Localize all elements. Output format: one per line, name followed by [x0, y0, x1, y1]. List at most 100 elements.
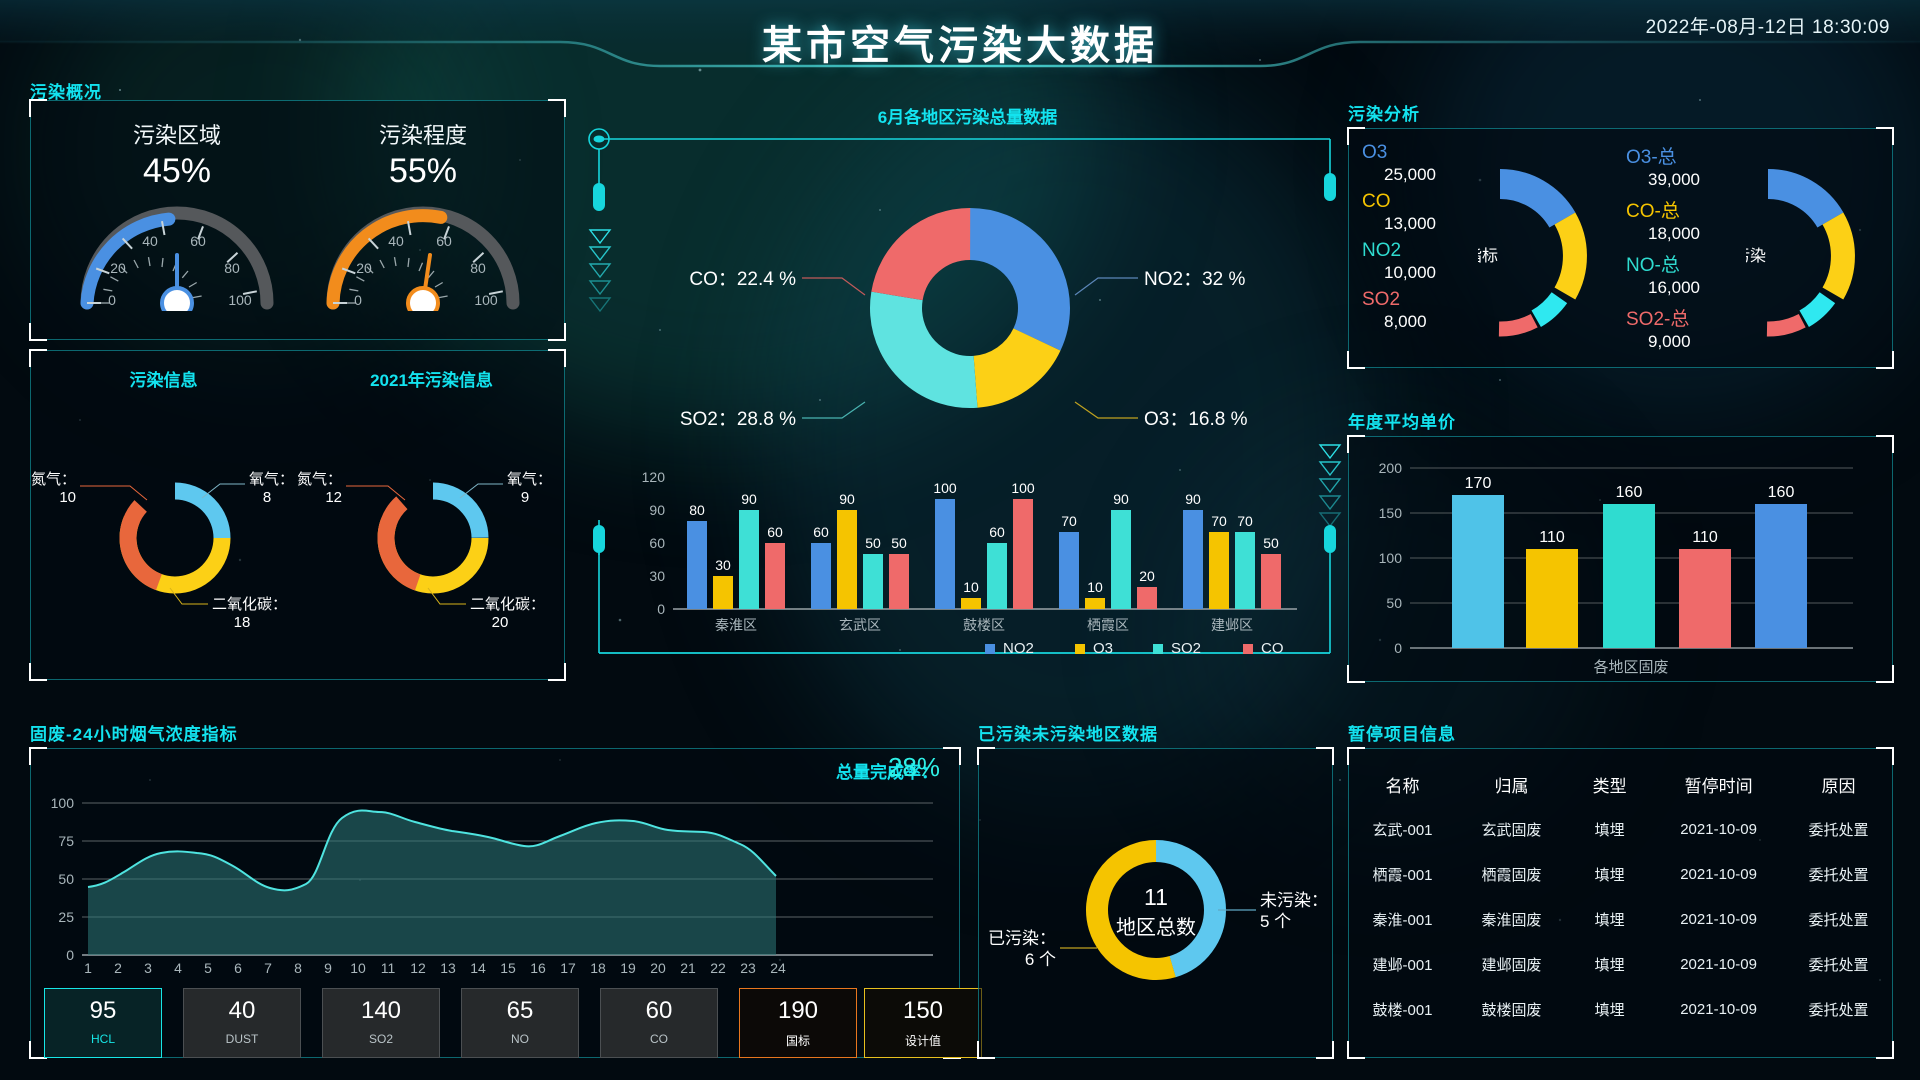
- svg-text:20: 20: [1139, 568, 1155, 584]
- metric-value: 150: [902, 997, 944, 1024]
- svg-text:10: 10: [1087, 579, 1103, 595]
- cell-type: 填埋: [1594, 867, 1625, 884]
- price-bar-4: [1755, 504, 1807, 648]
- cell-time: 2021-10-09: [1680, 956, 1757, 973]
- table-header-reason: 原因: [1821, 777, 1856, 796]
- bar-ytick-0: 0: [657, 601, 665, 617]
- region-bar-chart: 120 90 60 30 0 80 30 90 60 秦淮区 60 90 50 …: [642, 469, 1297, 655]
- hourly-xtick-21: 21: [680, 960, 696, 975]
- svg-text:70: 70: [1061, 513, 1077, 529]
- completion-rate-value: 28%: [887, 752, 940, 782]
- metric-box-hcl[interactable]: 95 HCL: [44, 988, 162, 1058]
- svg-text:0: 0: [354, 292, 362, 308]
- price-bar-2: [1603, 504, 1655, 648]
- hourly-xtick-14: 14: [470, 960, 486, 975]
- gauge-tick-100: 100: [228, 292, 252, 308]
- svg-text:60: 60: [813, 524, 829, 540]
- hourly-xtick-15: 15: [500, 960, 516, 975]
- region-donut-value-polluted: 6 个: [1025, 950, 1056, 969]
- table-row[interactable]: 栖霞-001 栖霞固废 填埋 2021-10-09 委托处置: [1348, 852, 1893, 897]
- pollution-info-panel: 污染信息 2021年污染信息 氮气： 10 氧气： 8 二氧化碳： 18 氮气：…: [29, 349, 566, 681]
- price-bar-value-4: 160: [1768, 484, 1795, 501]
- svg-text:二氧化碳：: 二氧化碳：: [470, 596, 545, 613]
- hourly-ytick-100: 100: [51, 795, 75, 811]
- metric-box-no[interactable]: 65 NO: [461, 988, 579, 1058]
- cell-name: 玄武-001: [1372, 822, 1433, 839]
- section-title-annual-price: 年度平均单价: [1348, 413, 1456, 432]
- metric-box-so2[interactable]: 140 SO2: [322, 988, 440, 1058]
- analysis-item-value-5: 18,000: [1648, 224, 1700, 243]
- annual-price-panel: 200 150 100 50 0 170 110 160 110 160 各地区…: [1347, 435, 1894, 683]
- hourly-xtick-3: 3: [144, 960, 152, 975]
- section-title-hourly: 固废-24小时烟气浓度指标: [30, 725, 238, 744]
- table-row[interactable]: 玄武-001 玄武固废 填埋 2021-10-09 委托处置: [1348, 807, 1893, 852]
- cell-reason: 委托处置: [1808, 957, 1869, 974]
- table-row[interactable]: 秦淮-001 秦淮固废 填埋 2021-10-09 委托处置: [1348, 897, 1893, 942]
- svg-text:40: 40: [388, 233, 404, 249]
- metric-value: 65: [506, 997, 534, 1024]
- price-bar-3: [1679, 549, 1731, 648]
- legend-item-co: CO: [1261, 640, 1284, 655]
- hourly-xtick-13: 13: [440, 960, 456, 975]
- info-donut-title-0: 污染信息: [129, 371, 198, 390]
- gauge-label: 污染程度: [378, 123, 467, 148]
- gauge-tick-0: 0: [108, 292, 116, 308]
- bar-ytick-120: 120: [642, 469, 666, 485]
- table-header-name: 名称: [1385, 777, 1420, 796]
- gauge-tick-80: 80: [224, 260, 240, 276]
- svg-text:氮气：: 氮气：: [298, 471, 342, 488]
- gauge-value: 55%: [388, 152, 458, 190]
- bar-cat-4: 建邺区: [1211, 617, 1253, 633]
- paused-projects-table: 名称 归属 类型 暂停时间 原因 玄武-001 玄武固废 填埋 2021-10-…: [1348, 762, 1893, 1032]
- hourly-xtick-19: 19: [620, 960, 636, 975]
- svg-text:50: 50: [1263, 535, 1279, 551]
- price-bar-1: [1526, 549, 1578, 648]
- cell-reason: 委托处置: [1808, 822, 1869, 839]
- info-donut-title-1: 2021年污染信息: [370, 371, 493, 390]
- analysis-item-value-7: 9,000: [1648, 332, 1691, 351]
- hourly-xtick-8: 8: [294, 960, 302, 975]
- info-slice-label-o2: 氧气：: [249, 471, 294, 488]
- analysis-item-value-6: 16,000: [1648, 278, 1700, 297]
- donut-label-co: CO：22.4 %: [689, 269, 796, 290]
- svg-text:100: 100: [1011, 480, 1035, 496]
- datetime-display: 2022年-08月-12日 18:30:09: [1645, 17, 1890, 38]
- bar-cat-2: 鼓楼区: [963, 617, 1005, 633]
- svg-text:100: 100: [474, 292, 498, 308]
- price-bar-0: [1452, 495, 1504, 648]
- gauge-tick-20: 20: [110, 260, 126, 276]
- gauge-tick-60: 60: [190, 233, 206, 249]
- metric-value: 95: [89, 997, 117, 1024]
- analysis-item-name-1: CO: [1362, 191, 1391, 212]
- table-header-time: 暂停时间: [1684, 777, 1753, 796]
- info-slice-label-co2: 二氧化碳：: [212, 596, 287, 613]
- hourly-xtick-17: 17: [560, 960, 576, 975]
- table-row[interactable]: 鼓楼-001 鼓楼固废 填埋 2021-10-09 委托处置: [1348, 987, 1893, 1032]
- price-ytick-50: 50: [1386, 595, 1402, 611]
- metric-box-dust[interactable]: 40 DUST: [183, 988, 301, 1058]
- cell-name: 鼓楼-001: [1372, 1002, 1433, 1019]
- bar-chart-legend: NO2 O3 SO2 CO: [985, 640, 1284, 655]
- metric-box-design-value[interactable]: 150 设计值: [864, 988, 982, 1058]
- price-bar-value-3: 110: [1692, 529, 1718, 546]
- section-title-analysis: 污染分析: [1348, 105, 1420, 124]
- donut-label-so2: SO2：28.8 %: [680, 409, 796, 430]
- analysis-item-name-3: SO2: [1362, 289, 1401, 310]
- metric-value: 40: [228, 997, 256, 1024]
- price-bar-value-0: 170: [1465, 475, 1492, 492]
- hourly-xtick-24: 24: [770, 960, 786, 975]
- hourly-xtick-5: 5: [204, 960, 212, 975]
- cell-name: 秦淮-001: [1372, 912, 1433, 929]
- hourly-xtick-2: 2: [114, 960, 122, 975]
- table-row[interactable]: 建邺-001 建邺固废 填埋 2021-10-09 委托处置: [1348, 942, 1893, 987]
- bar-ytick-90: 90: [649, 502, 665, 518]
- region-donut-panel: 已污染： 6 个 未污染： 5 个 11 地区总数: [977, 747, 1334, 1059]
- svg-text:60: 60: [989, 524, 1005, 540]
- info-slice-value-n2: 10: [59, 489, 76, 506]
- cell-time: 2021-10-09: [1680, 866, 1757, 883]
- legend-item-no2: NO2: [1003, 640, 1034, 655]
- metric-box-national-standard[interactable]: 190 国标: [739, 988, 857, 1058]
- svg-text:20: 20: [492, 614, 509, 631]
- hourly-xtick-1: 1: [84, 960, 92, 975]
- metric-box-co[interactable]: 60 CO: [600, 988, 718, 1058]
